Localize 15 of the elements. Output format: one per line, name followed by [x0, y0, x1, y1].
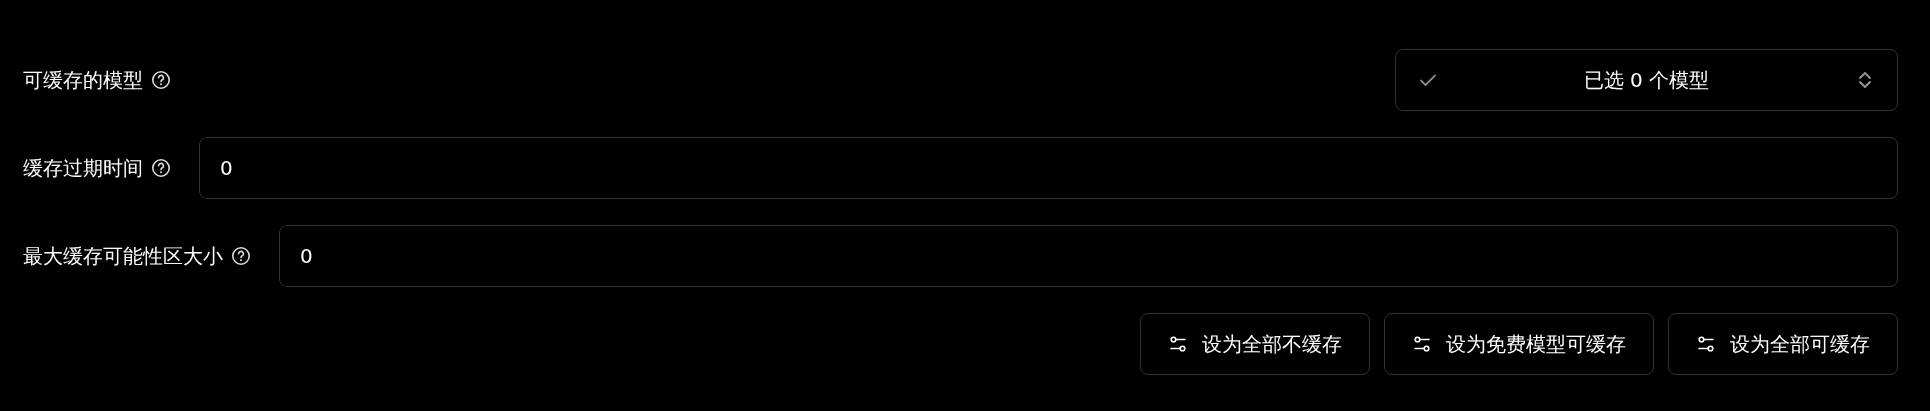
help-icon[interactable] [151, 70, 171, 90]
sliders-icon [1412, 334, 1432, 354]
sliders-icon [1696, 334, 1716, 354]
help-icon[interactable] [151, 158, 171, 178]
action-button[interactable]: 设为免费模型可缓存 [1384, 313, 1654, 375]
input-field[interactable]: 0 [279, 225, 1898, 287]
input-field[interactable]: 0 [199, 137, 1898, 199]
field-label: 最大缓存可能性区大小 [23, 242, 223, 270]
help-icon[interactable] [231, 246, 251, 266]
field-label: 缓存过期时间 [23, 154, 143, 182]
action-button[interactable]: 设为全部可缓存 [1668, 313, 1898, 375]
action-button[interactable]: 设为全部不缓存 [1140, 313, 1370, 375]
field-label: 可缓存的模型 [23, 66, 143, 94]
model-select[interactable]: 已选 0 个模型 [1395, 49, 1898, 111]
sliders-icon [1168, 334, 1188, 354]
